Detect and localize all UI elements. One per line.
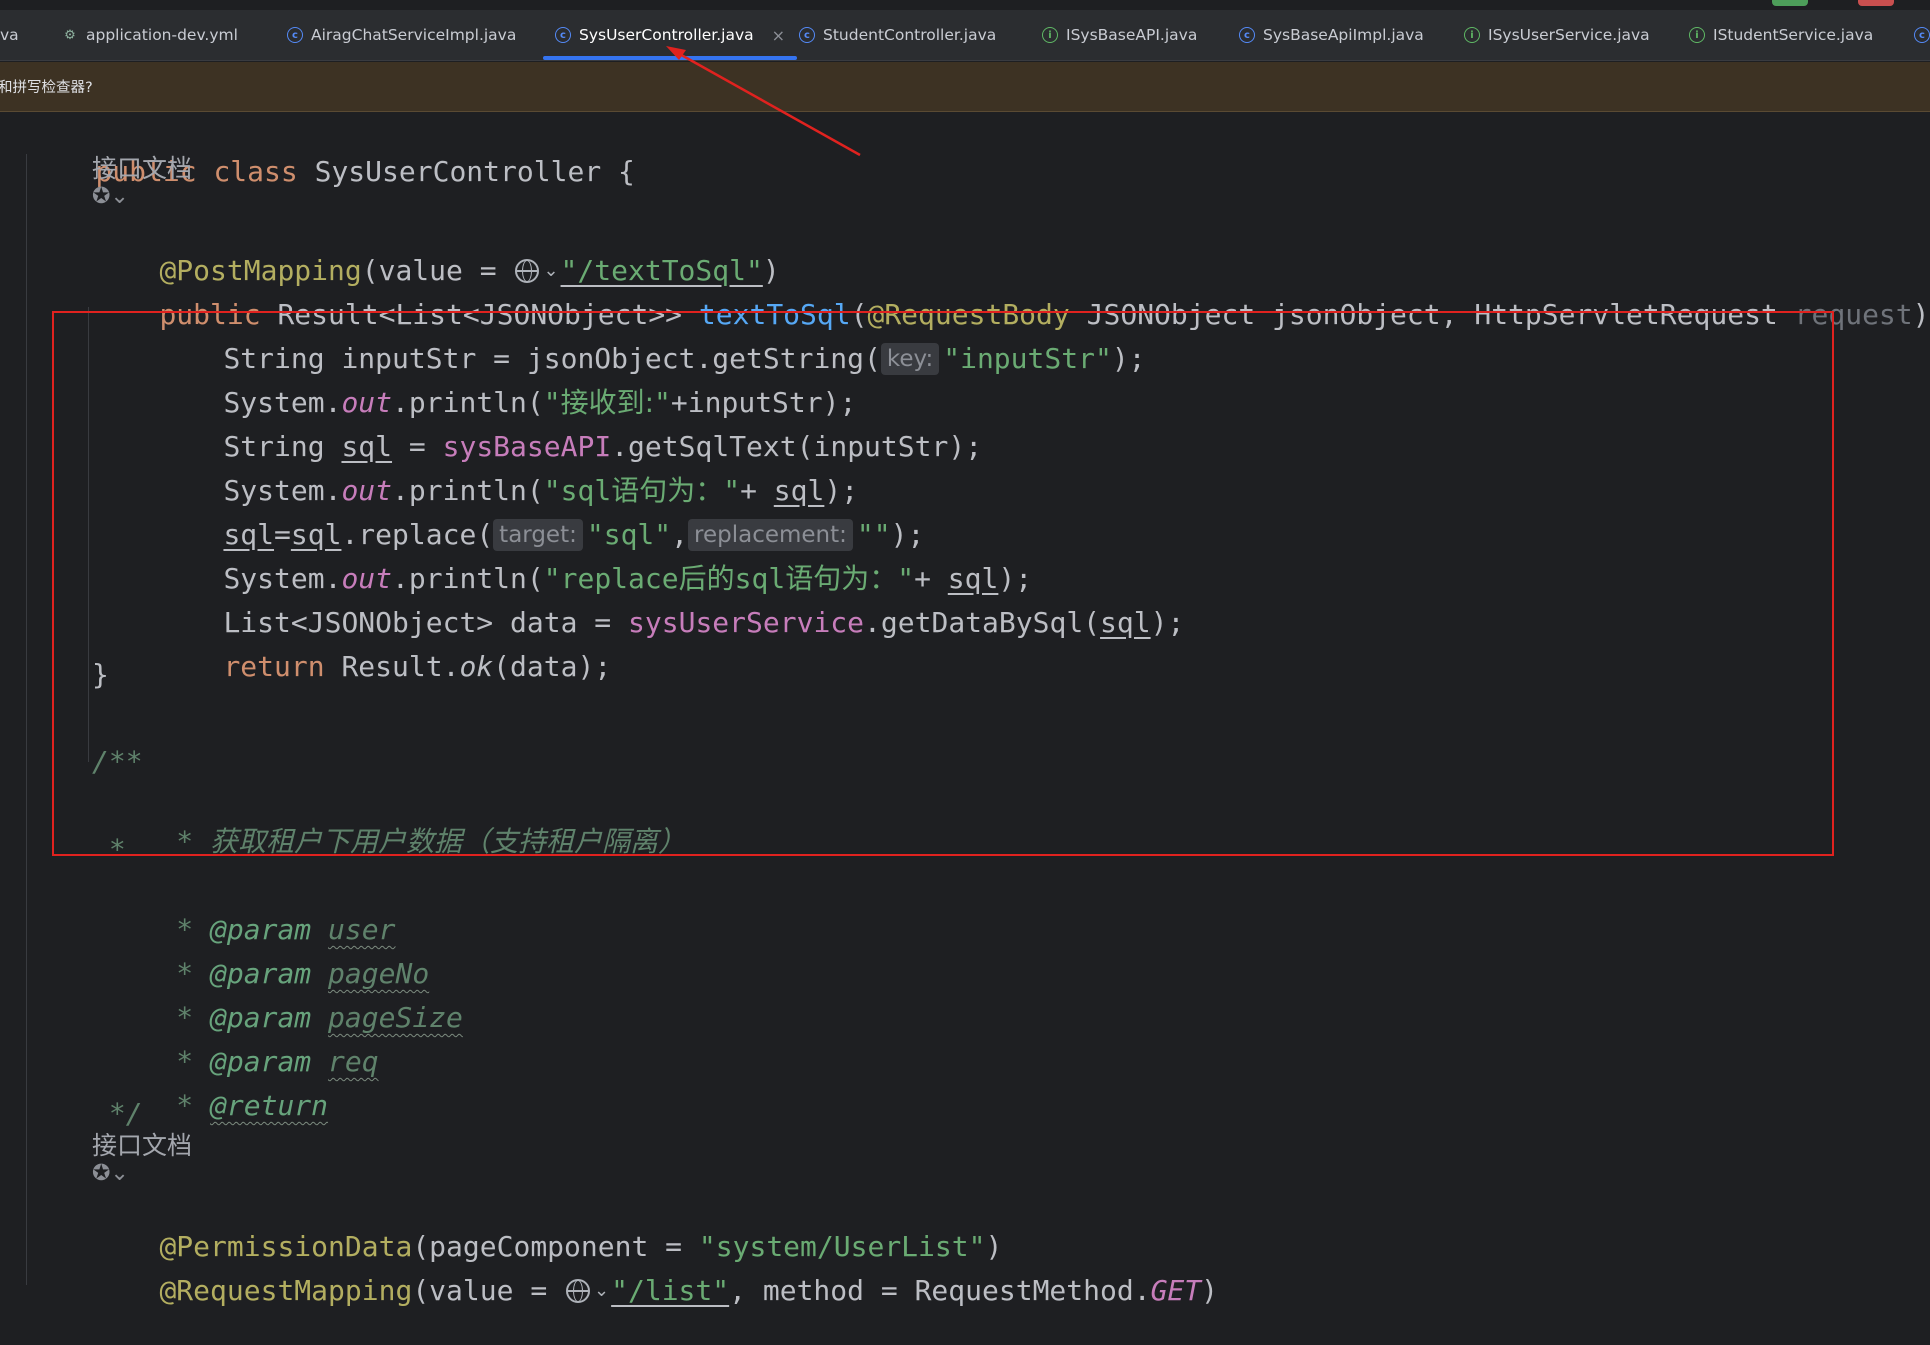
class-icon: c — [287, 27, 303, 43]
javadoc-return: * @return — [159, 1089, 329, 1122]
tab-airag-chat-service-impl[interactable]: c AiragChatServiceImpl.java — [287, 10, 516, 60]
javadoc-description: * 获取租户下用户数据（支持租户隔离） — [159, 825, 687, 858]
tab-sys-base-api-impl[interactable]: c SysBaseApiImpl.java — [1239, 10, 1424, 60]
tab-isys-base-api[interactable]: i ISysBaseAPI.java — [1042, 10, 1197, 60]
chevron-down-icon[interactable]: ⌄ — [594, 1280, 609, 1301]
interface-icon: i — [1042, 27, 1058, 43]
code-line-close-brace: } — [92, 658, 109, 691]
tab-student-controller[interactable]: c StudentController.java — [799, 10, 996, 60]
top-green-button[interactable] — [1772, 0, 1808, 6]
code-line-print-received: System.out.println("接收到:"+inputStr); — [223, 386, 857, 419]
indent-guide — [26, 154, 27, 1285]
tab-label: application-dev.yml — [86, 26, 238, 44]
tab-sys-user-controller[interactable]: c SysUserController.java × — [542, 10, 798, 60]
tab-label: AiragChatServiceImpl.java — [311, 26, 517, 44]
code-line-replace: sql=sql.replace(target: "sql", replacement… — [223, 518, 925, 551]
tab-label: va — [0, 26, 19, 44]
javadoc-close: */ — [92, 1097, 143, 1130]
tab-partial[interactable]: va — [0, 10, 19, 60]
javadoc-open: /** — [92, 745, 143, 778]
editor-tab-bar: va ⚙ application-dev.yml c AiragChatServ… — [0, 0, 1930, 61]
tab-label: ISysBaseAPI.java — [1066, 26, 1198, 44]
tab-application-dev-yml[interactable]: ⚙ application-dev.yml — [62, 10, 238, 60]
code-line-print-replaced: System.out.println("replace后的sql语句为："+ s… — [223, 562, 1033, 595]
tab-istudent-service[interactable]: i IStudentService.java — [1689, 10, 1873, 60]
globe-icon[interactable] — [566, 1279, 591, 1303]
class-icon: c — [555, 27, 571, 43]
top-red-button[interactable] — [1858, 0, 1894, 6]
code-editor[interactable]: public class SysUserController { 接口文档 ✪⌄… — [0, 112, 1930, 1307]
javadoc-blank: * — [92, 833, 126, 866]
interface-icon: i — [1689, 27, 1705, 43]
inlay-hint: key: — [880, 343, 940, 375]
api-doc-label[interactable]: 接口文档 — [92, 152, 192, 186]
tab-overflow[interactable]: c — [1914, 10, 1930, 60]
code-line-get-data: List<JSONObject> data = sysUserService.g… — [223, 606, 1185, 639]
code-line-class-declaration: public class SysUserController { — [95, 155, 635, 188]
tab-label: ISysUserService.java — [1488, 26, 1650, 44]
close-icon[interactable]: × — [772, 26, 785, 45]
tab-label: StudentController.java — [823, 26, 997, 44]
class-icon: c — [799, 27, 815, 43]
spellcheck-notification-bar: 和拼写检查器? — [0, 62, 1930, 112]
code-line-input-str: String inputStr = jsonObject.getString(k… — [223, 342, 1146, 375]
javadoc-param: * @param req — [159, 1045, 379, 1078]
notification-text: 和拼写检查器? — [0, 80, 93, 96]
tab-label: IStudentService.java — [1713, 26, 1874, 44]
api-doc-label[interactable]: 接口文档 — [92, 1129, 192, 1163]
class-icon: c — [1914, 27, 1930, 43]
javadoc-param: * @param pageNo — [159, 957, 430, 990]
javadoc-param: * @param user — [159, 913, 396, 946]
yaml-file-icon: ⚙ — [64, 27, 76, 43]
ai-gem-icon[interactable]: ✪⌄ — [92, 184, 129, 209]
interface-icon: i — [1464, 27, 1480, 43]
code-line-get-sql-text: String sql = sysBaseAPI.getSqlText(input… — [223, 430, 983, 463]
tab-label: SysUserController.java — [579, 26, 754, 44]
tab-label: SysBaseApiImpl.java — [1263, 26, 1424, 44]
code-line-request-mapping: @RequestMapping(value = ⌄"/list", method… — [159, 1274, 1219, 1307]
indent-guide — [88, 307, 89, 762]
javadoc-param: * @param pageSize — [159, 1001, 463, 1034]
code-line-permission-data: @PermissionData(pageComponent = "system/… — [159, 1230, 1003, 1263]
code-line-print-sql: System.out.println("sql语句为："+ sql); — [223, 474, 859, 507]
code-line-post-mapping: @PostMapping(value = ⌄"/textToSql") — [159, 254, 780, 287]
code-line-method-signature: public Result<List<JSONObject>> textToSq… — [159, 298, 1930, 331]
window-top-strip — [0, 0, 1930, 10]
ai-gem-icon[interactable]: ✪⌄ — [92, 1161, 129, 1186]
code-line-return: return Result.ok(data); — [223, 650, 612, 683]
class-icon: c — [1239, 27, 1255, 43]
tab-isys-user-service[interactable]: i ISysUserService.java — [1464, 10, 1650, 60]
